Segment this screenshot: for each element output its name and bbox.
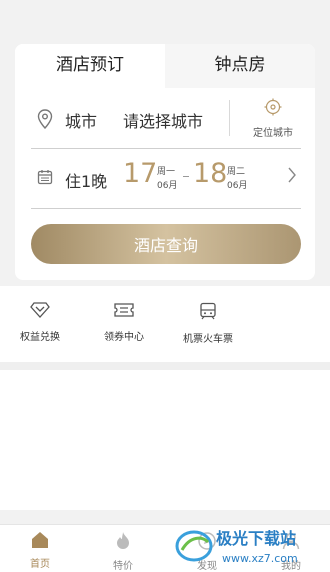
city-select-input[interactable]: 请选择城市 — [123, 108, 203, 132]
watermark-url: www.xz7.com — [222, 552, 298, 565]
hotel-search-button[interactable]: 酒店查询 — [31, 224, 301, 264]
calendar-icon — [37, 169, 53, 189]
tab-label: 特价 — [113, 561, 133, 572]
quick-link-label: 机票火车票 — [183, 334, 233, 345]
quick-link-rights-exchange[interactable]: 权益兑换 — [0, 302, 80, 343]
tab-home[interactable]: 首页 — [10, 531, 70, 570]
ticket-icon — [114, 303, 134, 322]
checkin-month: 06月 — [157, 181, 178, 191]
city-label: 城市 — [65, 112, 98, 131]
date-separator — [183, 176, 189, 177]
divider — [31, 148, 301, 149]
city-row[interactable]: 城市 请选择城市 定位城市 — [31, 98, 301, 142]
booking-tabs: 酒店预订 钟点房 — [15, 44, 315, 90]
checkin-weekday: 周一 — [157, 167, 176, 177]
watermark-title: 极光下载站 — [216, 529, 296, 548]
tab-special-offers[interactable]: 特价 — [93, 531, 153, 572]
booking-card: 酒店预订 钟点房 城市 请选择城市 定位城市 住1晚 17 周一 06月 18 … — [15, 44, 315, 280]
divider — [31, 208, 301, 209]
quick-links: 权益兑换 领券中心 机票火车票 — [0, 286, 330, 362]
train-icon — [199, 302, 217, 324]
date-row[interactable]: 住1晚 17 周一 06月 18 周二 06月 — [31, 156, 301, 204]
nights-count: 住1晚 — [65, 172, 108, 191]
flame-icon — [115, 532, 131, 555]
location-pin-icon — [37, 109, 53, 133]
section-separator — [0, 362, 330, 370]
crosshair-icon — [264, 98, 282, 120]
tab-hourly-room[interactable]: 钟点房 — [165, 44, 315, 88]
checkout-weekday: 周二 — [227, 167, 246, 177]
content-area — [0, 370, 330, 510]
quick-link-label: 权益兑换 — [20, 332, 60, 343]
tab-hotel-booking[interactable]: 酒店预订 — [15, 44, 165, 90]
quick-link-flight-train[interactable]: 机票火车票 — [168, 302, 248, 345]
locate-city-button[interactable]: 定位城市 — [243, 98, 303, 139]
checkout-day[interactable]: 18 — [193, 158, 227, 189]
diamond-icon — [30, 302, 50, 322]
locate-city-label: 定位城市 — [253, 128, 293, 139]
watermark-logo: 极光下载站 www.xz7.com — [175, 529, 298, 565]
vertical-divider — [229, 100, 230, 136]
chevron-right-icon[interactable] — [287, 166, 297, 189]
checkin-day[interactable]: 17 — [123, 158, 157, 189]
tab-label: 首页 — [30, 559, 50, 570]
home-icon — [30, 532, 50, 553]
quick-link-label: 领券中心 — [104, 332, 144, 343]
checkout-month: 06月 — [227, 181, 248, 191]
quick-link-coupon-center[interactable]: 领券中心 — [84, 302, 164, 343]
